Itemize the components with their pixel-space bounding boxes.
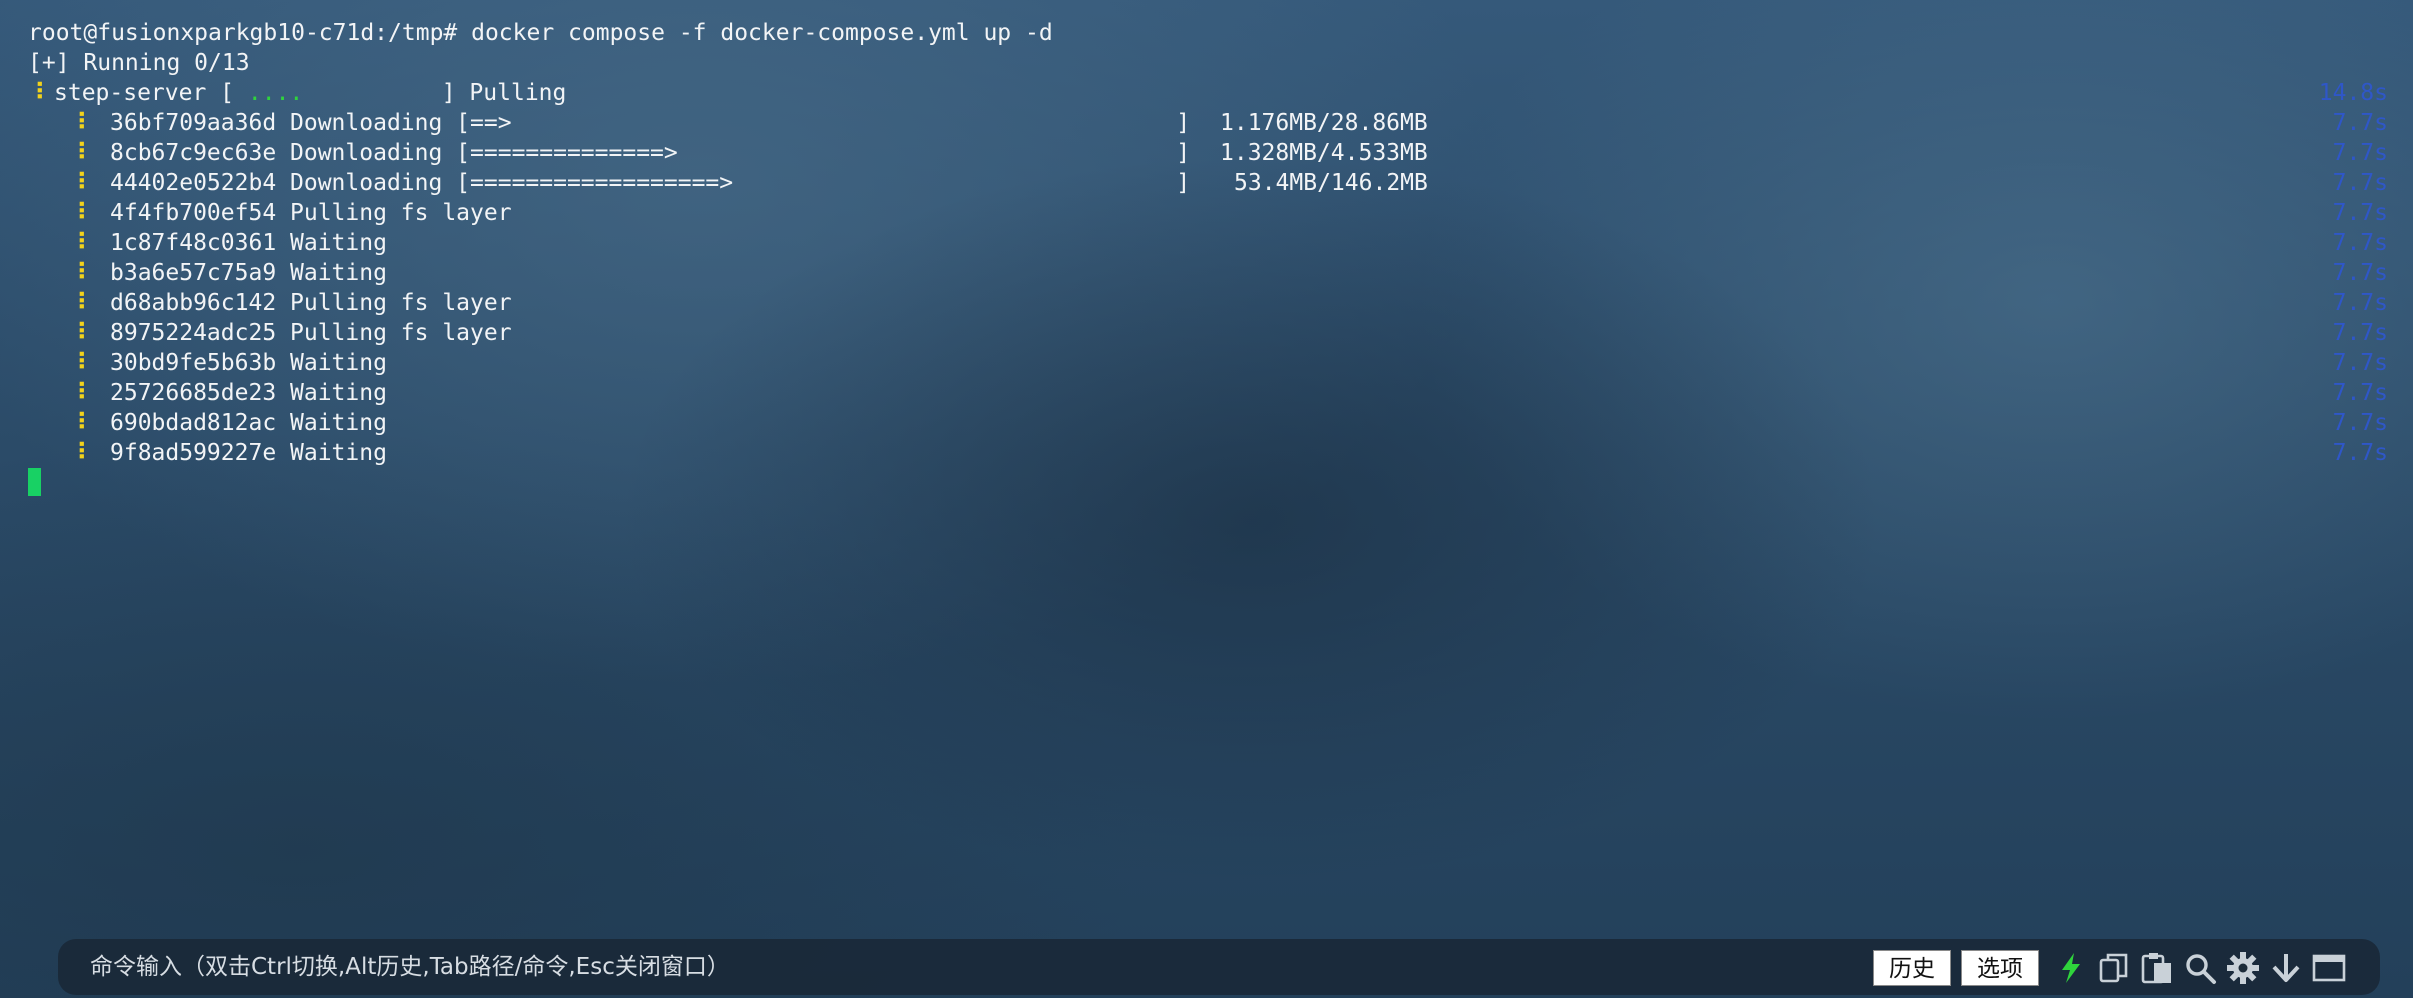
layer-timer: 7.7s: [2332, 230, 2388, 256]
layer-text: d68abb96c142 Pulling fs layer: [110, 290, 512, 316]
window-icon[interactable]: [2312, 951, 2346, 985]
layer-text: 690bdad812ac Waiting: [110, 410, 387, 436]
spinner-icon: ⠸: [70, 290, 87, 316]
spinner-icon: ⠸: [70, 140, 87, 166]
service-name: step-server: [54, 80, 207, 106]
copy-icon[interactable]: [2097, 951, 2131, 985]
spinner-icon: ⠸: [70, 200, 87, 226]
spinner-icon: ⠸: [70, 410, 87, 436]
service-status: ] Pulling: [303, 80, 567, 106]
layer-line: ⠸ 690bdad812ac Waiting: [28, 408, 387, 438]
layer-timer: 7.7s: [2332, 380, 2388, 406]
layer-text: 8cb67c9ec63e Downloading [==============…: [110, 140, 1191, 166]
spinner-icon: ⠸: [70, 170, 87, 196]
layer-line: ⠸ 4f4fb700ef54 Pulling fs layer: [28, 198, 512, 228]
layer-timer: 7.7s: [2332, 290, 2388, 316]
layer-text: 36bf709aa36d Downloading [==> ]: [110, 110, 1191, 136]
layer-line: ⠸ 36bf709aa36d Downloading [==> ]: [28, 108, 1190, 138]
layer-timer: 7.7s: [2332, 440, 2388, 466]
layer-text: 1c87f48c0361 Waiting: [110, 230, 387, 256]
layer-timer: 7.7s: [2332, 410, 2388, 436]
spinner-icon: ⠸: [70, 230, 87, 256]
spinner-icon: ⠸: [70, 320, 87, 346]
layer-size: 1.176MB/28.86MB: [1220, 110, 1428, 136]
spinner-icon: ⠸: [70, 380, 87, 406]
layer-text: 9f8ad599227e Waiting: [110, 440, 387, 466]
layer-line: ⠸ 30bd9fe5b63b Waiting: [28, 348, 387, 378]
layer-line: ⠸ 25726685de23 Waiting: [28, 378, 387, 408]
layer-timer: 7.7s: [2332, 350, 2388, 376]
layer-timer: 7.7s: [2332, 320, 2388, 346]
prompt-line: root@fusionxparkgb10-c71d:/tmp# docker c…: [28, 20, 1053, 46]
spinner-icon: ⠸: [28, 80, 45, 106]
layer-text: 44402e0522b4 Downloading [==============…: [110, 170, 1191, 196]
layer-text: 4f4fb700ef54 Pulling fs layer: [110, 200, 512, 226]
layer-timer: 7.7s: [2332, 170, 2388, 196]
command-input-bar[interactable]: 命令输入（双击Ctrl切换,Alt历史,Tab路径/命令,Esc关闭窗口） 历史…: [58, 939, 2380, 995]
layer-timer: 7.7s: [2332, 260, 2388, 286]
gear-icon[interactable]: [2226, 951, 2260, 985]
service-progress-dots: ....: [247, 80, 304, 106]
layer-text: 30bd9fe5b63b Waiting: [110, 350, 387, 376]
terminal-output[interactable]: root@fusionxparkgb10-c71d:/tmp# docker c…: [28, 18, 2388, 918]
layer-line: ⠸ b3a6e57c75a9 Waiting: [28, 258, 387, 288]
options-button[interactable]: 选项: [1961, 950, 2039, 986]
search-icon[interactable]: [2183, 951, 2217, 985]
layer-text: 8975224adc25 Pulling fs layer: [110, 320, 512, 346]
layer-line: ⠸ 8975224adc25 Pulling fs layer: [28, 318, 512, 348]
paste-icon[interactable]: [2140, 951, 2174, 985]
layer-line: ⠸ 1c87f48c0361 Waiting: [28, 228, 387, 258]
layer-text: b3a6e57c75a9 Waiting: [110, 260, 387, 286]
layer-text: 25726685de23 Waiting: [110, 380, 387, 406]
service-line: ⠸ step-server [ .... ] Pulling: [28, 78, 566, 108]
spinner-icon: ⠸: [70, 110, 87, 136]
layer-line: ⠸ 9f8ad599227e Waiting: [28, 438, 387, 468]
lightning-icon[interactable]: [2054, 951, 2088, 985]
layer-size: 1.328MB/4.533MB: [1220, 140, 1428, 166]
layer-line: ⠸ 8cb67c9ec63e Downloading [=============…: [28, 138, 1190, 168]
download-icon[interactable]: [2269, 951, 2303, 985]
layer-line: ⠸ d68abb96c142 Pulling fs layer: [28, 288, 512, 318]
running-status-line: [+] Running 0/13: [28, 50, 250, 76]
layer-size: 53.4MB/146.2MB: [1234, 170, 1428, 196]
spinner-icon: ⠸: [70, 350, 87, 376]
layer-timer: 7.7s: [2332, 110, 2388, 136]
service-bar-open: [: [206, 80, 248, 106]
spinner-icon: ⠸: [70, 260, 87, 286]
layer-timer: 7.7s: [2332, 200, 2388, 226]
layer-line: ⠸ 44402e0522b4 Downloading [=============…: [28, 168, 1190, 198]
spinner-icon: ⠸: [70, 440, 87, 466]
history-button[interactable]: 历史: [1873, 950, 1951, 986]
text-cursor: [28, 468, 41, 496]
service-timer: 14.8s: [2318, 80, 2388, 106]
command-input-hint[interactable]: 命令输入（双击Ctrl切换,Alt历史,Tab路径/命令,Esc关闭窗口）: [90, 939, 730, 995]
layer-timer: 7.7s: [2332, 140, 2388, 166]
